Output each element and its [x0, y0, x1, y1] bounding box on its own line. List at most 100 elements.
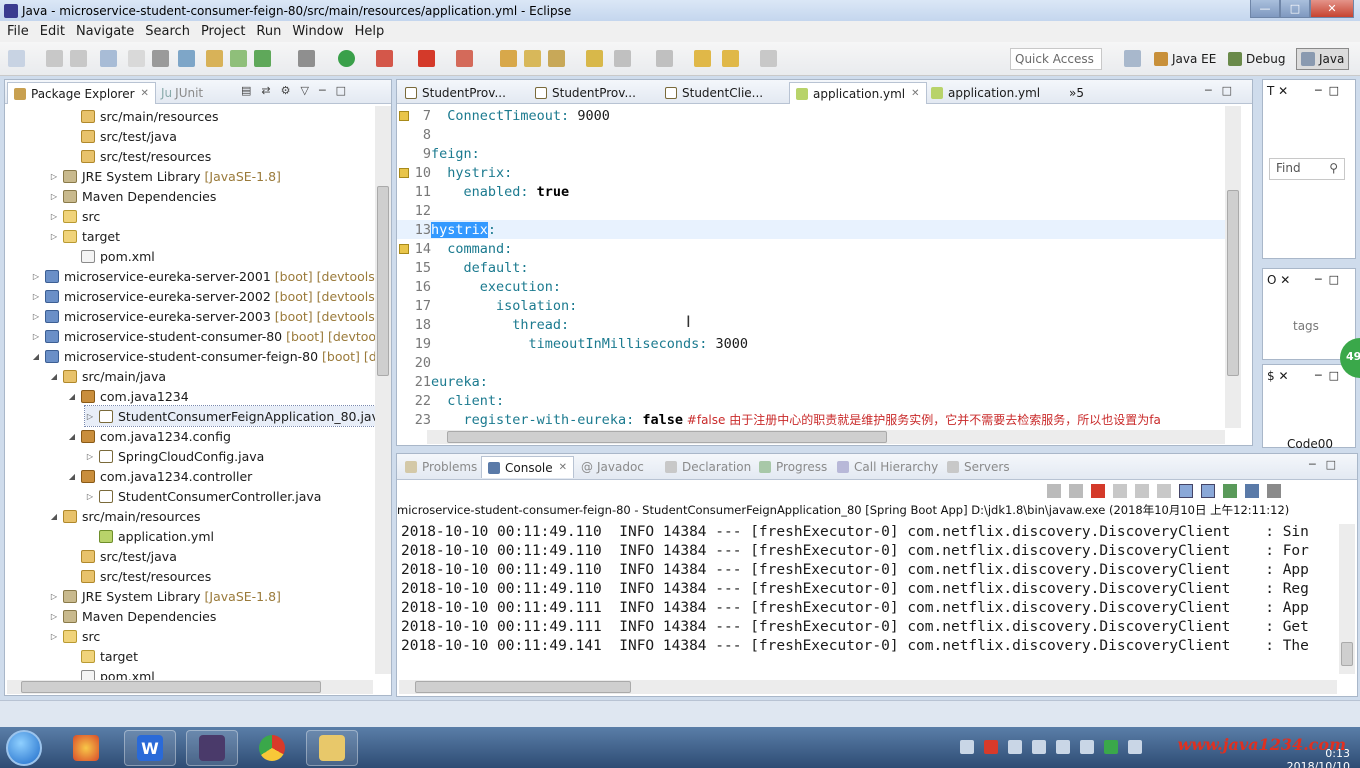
- display-console-icon[interactable]: [1245, 484, 1259, 498]
- minimize-view-icon[interactable]: ─: [319, 84, 326, 97]
- tree-item[interactable]: pom.xml: [67, 246, 155, 266]
- open-console-icon[interactable]: [1267, 484, 1281, 498]
- display-icon[interactable]: [1080, 740, 1094, 754]
- code-item[interactable]: Code00: [1287, 437, 1333, 451]
- tree-item[interactable]: ▷ SpringCloudConfig.java: [85, 446, 264, 466]
- tree-item[interactable]: src/test/java: [67, 126, 177, 146]
- close-tab-icon[interactable]: ✕: [141, 88, 149, 99]
- menu-help[interactable]: Help: [355, 24, 385, 39]
- volume-icon[interactable]: [1128, 740, 1142, 754]
- snippets-tab-icon[interactable]: $ ✕: [1267, 369, 1289, 383]
- taskbar-app-chrome[interactable]: [246, 730, 298, 766]
- terminate-console-icon[interactable]: [1091, 484, 1105, 498]
- minimize-view-icon[interactable]: ─ □: [1315, 369, 1339, 382]
- next-edit-icon[interactable]: [760, 50, 777, 67]
- perspective-java-ee[interactable]: Java EE: [1154, 48, 1216, 70]
- tab-junit[interactable]: Ju JUnit: [155, 82, 209, 104]
- outline-item[interactable]: tags: [1293, 319, 1319, 333]
- network-icon[interactable]: [1032, 740, 1046, 754]
- stop-icon[interactable]: [418, 50, 435, 67]
- menu-search[interactable]: Search: [145, 24, 190, 39]
- taskbar-app-explorer[interactable]: [306, 730, 358, 766]
- tree-expand-icon[interactable]: ◢: [49, 512, 59, 521]
- terminate-icon[interactable]: [456, 50, 473, 67]
- link-editor-icon[interactable]: ⇄: [261, 84, 270, 97]
- toggle-mark-icon[interactable]: [152, 50, 169, 67]
- scroll-lock-icon[interactable]: [1135, 484, 1149, 498]
- minimize-view-icon[interactable]: ─ □: [1315, 84, 1339, 97]
- taskbar-app-word[interactable]: W: [124, 730, 176, 766]
- nvidia-icon[interactable]: [1104, 740, 1118, 754]
- annotation-icon[interactable]: [614, 50, 631, 67]
- tree-item[interactable]: application.yml: [85, 526, 214, 546]
- code-editor[interactable]: 7 ConnectTimeout: 9000 8 9 feign: 10 hystrix…: [397, 106, 1225, 428]
- tab-application-yml[interactable]: application.yml: [925, 82, 1046, 104]
- tree-expand-icon[interactable]: ▷: [49, 192, 59, 201]
- maximize-view-icon[interactable]: □: [336, 84, 346, 97]
- open-perspective-icon[interactable]: [1124, 50, 1141, 67]
- tree-item[interactable]: ◢ com.java1234.config: [67, 426, 231, 446]
- external-tools-icon[interactable]: [298, 50, 315, 67]
- menu-window[interactable]: Window: [292, 24, 343, 39]
- word-wrap-icon[interactable]: [1157, 484, 1171, 498]
- minimize-view-icon[interactable]: ─: [1309, 458, 1316, 471]
- tree-item[interactable]: ▷ target: [49, 226, 120, 246]
- tab-overflow[interactable]: »5: [1063, 82, 1090, 104]
- tree-horizontal-scrollbar[interactable]: [7, 680, 373, 694]
- open-type-icon[interactable]: [500, 50, 517, 67]
- back-icon[interactable]: [694, 50, 711, 67]
- find-input[interactable]: Find ⚲: [1269, 158, 1345, 180]
- tab-declaration[interactable]: Declaration: [659, 456, 757, 478]
- tree-expand-icon[interactable]: ◢: [67, 392, 77, 401]
- save-icon[interactable]: [46, 50, 63, 67]
- tree-item[interactable]: ▷ StudentConsumerController.java: [85, 486, 322, 506]
- tree-item[interactable]: ▷ JRE System Library [JavaSE-1.8]: [49, 166, 281, 186]
- tab-student-provider-1[interactable]: StudentProv...: [399, 82, 512, 104]
- warning-marker-icon[interactable]: [399, 110, 409, 121]
- publish-icon[interactable]: [230, 50, 247, 67]
- tree-item[interactable]: ◢ microservice-student-consumer-feign-80[…: [31, 346, 377, 366]
- tree-item[interactable]: src/test/java: [67, 546, 177, 566]
- tree-vertical-scrollbar[interactable]: [375, 106, 391, 674]
- tree-item[interactable]: ▷ microservice-eureka-server-2001 [boot] […: [31, 266, 377, 286]
- skip-breakpoints-icon[interactable]: [128, 50, 145, 67]
- remove-all-icon[interactable]: [1069, 484, 1083, 498]
- outline-tab-icon[interactable]: O ✕: [1267, 273, 1290, 287]
- debug-icon[interactable]: [376, 50, 393, 67]
- show-on-stderr-icon[interactable]: [1201, 484, 1215, 498]
- minimize-view-icon[interactable]: ─ □: [1315, 273, 1339, 286]
- console-hscroll-thumb[interactable]: [415, 681, 631, 693]
- tree-expand-icon[interactable]: ◢: [31, 352, 41, 361]
- tree-item[interactable]: target: [67, 646, 138, 666]
- editor-vertical-scrollbar[interactable]: [1225, 106, 1241, 428]
- editor-horizontal-scrollbar[interactable]: [427, 430, 1225, 444]
- run-icon[interactable]: [338, 50, 355, 67]
- maximize-view-icon[interactable]: □: [1222, 84, 1232, 97]
- maximize-button[interactable]: □: [1280, 0, 1310, 18]
- tree-expand-icon[interactable]: ▷: [85, 452, 95, 461]
- tree-item[interactable]: ◢ src/main/java: [49, 366, 166, 386]
- tab-student-client[interactable]: StudentClie...: [659, 82, 769, 104]
- tree-expand-icon[interactable]: ▷: [49, 172, 59, 181]
- spring-icon[interactable]: [254, 50, 271, 67]
- perspective-java[interactable]: Java: [1296, 48, 1350, 70]
- warning-marker-icon[interactable]: [399, 243, 409, 254]
- tree-expand-icon[interactable]: ▷: [49, 592, 59, 601]
- maximize-view-icon[interactable]: □: [1326, 458, 1336, 471]
- tab-progress[interactable]: Progress: [753, 456, 833, 478]
- web-browser-icon[interactable]: [178, 50, 195, 67]
- tree-item[interactable]: ▷ src: [49, 626, 100, 646]
- tab-javadoc[interactable]: @ Javadoc: [575, 456, 650, 478]
- tab-servers[interactable]: Servers: [941, 456, 1016, 478]
- tree-item[interactable]: ▷ src: [49, 206, 100, 226]
- menu-file[interactable]: File: [7, 24, 29, 39]
- security-icon[interactable]: [984, 740, 998, 754]
- close-tab-icon[interactable]: ✕: [911, 88, 919, 99]
- tree-expand-icon[interactable]: ▷: [31, 272, 41, 281]
- tree-hscroll-thumb[interactable]: [21, 681, 321, 693]
- editor-scroll-thumb[interactable]: [1227, 190, 1239, 376]
- save-all-icon[interactable]: [70, 50, 87, 67]
- tree-item[interactable]: ▷ microservice-eureka-server-2002 [boot] […: [31, 286, 377, 306]
- server-icon[interactable]: [206, 50, 223, 67]
- tree-item[interactable]: ◢ src/main/resources: [49, 506, 201, 526]
